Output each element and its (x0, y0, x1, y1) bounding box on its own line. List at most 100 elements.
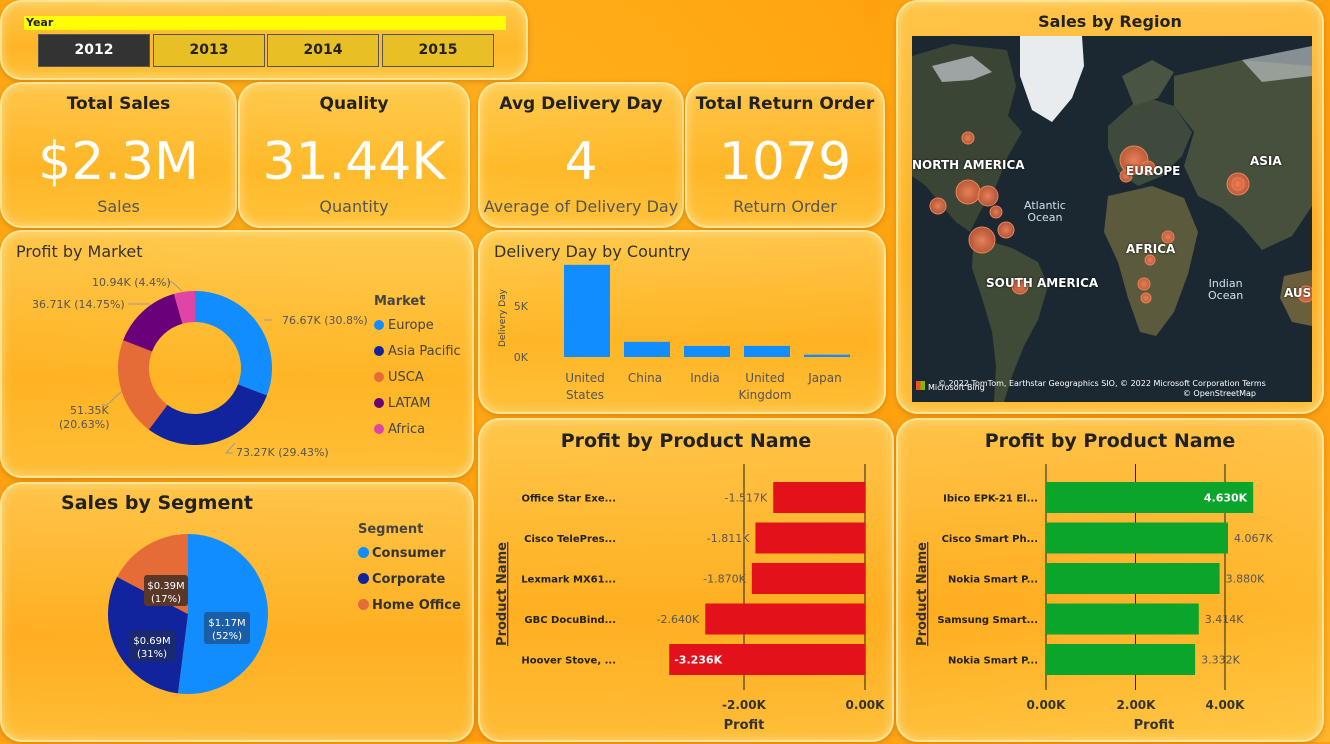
map-ocean-atlantic: Atlantic Ocean (1024, 199, 1066, 224)
map-ocean-indian: Indian Ocean (1208, 277, 1244, 302)
bar[interactable] (755, 522, 865, 554)
svg-text:(31%): (31%) (137, 649, 167, 660)
bubble (961, 131, 975, 145)
label-africa: 10.94K (4.4%) (92, 276, 171, 289)
bar[interactable] (564, 264, 610, 357)
label-europe: 76.67K (30.8%) (282, 314, 368, 327)
bubble (1137, 277, 1151, 291)
legend-item-europe[interactable]: Europe (374, 318, 434, 333)
x-tick-label: 4.00K (1206, 698, 1246, 712)
bar[interactable] (1046, 522, 1228, 554)
kpi-avg-delivery-day: Avg Delivery Day 4 Average of Delivery D… (478, 82, 684, 228)
x-tick-label: States (566, 388, 604, 402)
bubble (1231, 177, 1245, 191)
bubble (955, 179, 981, 205)
bar[interactable] (1046, 644, 1196, 675)
bar[interactable] (705, 603, 865, 635)
y-axis-label: Product Name (915, 542, 930, 646)
bar[interactable] (744, 345, 790, 357)
value-label: 3.414K (1205, 613, 1244, 626)
map-label-africa: AFRICA (1126, 242, 1176, 256)
kpi-value: 1079 (718, 132, 852, 192)
donut-slices (117, 291, 272, 445)
category-label: Cisco Smart Ph... (942, 534, 1038, 545)
delivery-by-country-card: Delivery Day by Country Delivery Day 5K … (478, 230, 886, 414)
category-label: Nokia Smart P... (948, 656, 1038, 667)
sales-by-region-title: Sales by Region (1038, 12, 1182, 31)
legend-label: Asia Pacific (388, 344, 461, 359)
year-button-2012[interactable]: 2012 (38, 34, 150, 67)
map-label-north-america: NORTH AMERICA (912, 158, 1025, 172)
year-button-2015[interactable]: 2015 (382, 34, 494, 67)
legend-label: Africa (388, 422, 426, 437)
slice-europe[interactable] (195, 291, 272, 396)
kpi-value: $2.3M (38, 132, 199, 192)
y-tick-label: 0K (514, 351, 529, 364)
legend-item-usca[interactable]: USCA (374, 370, 424, 385)
value-label: 4.067K (1234, 532, 1273, 545)
label-usca-pct: (20.63%) (59, 418, 110, 431)
legend-item-consumer[interactable]: Consumer (358, 546, 446, 561)
bubble (1144, 254, 1156, 266)
leader-line (102, 390, 123, 406)
kpi-subtitle: Return Order (733, 197, 837, 216)
legend-item-corporate[interactable]: Corporate (358, 572, 445, 587)
map-copyright[interactable]: © 2022 TomTom, Earthstar Geographics SIO… (938, 379, 1300, 388)
svg-text:$1.17M: $1.17M (208, 618, 245, 629)
year-button-2014[interactable]: 2014 (267, 34, 379, 67)
profit-bottom-chart: Product Name Office Star Exe... Cisco Tel… (495, 464, 885, 733)
map-osm[interactable]: © OpenStreetMap (1183, 389, 1256, 398)
segment-label-corporate: $0.69M (31%) (129, 630, 175, 662)
bar[interactable] (624, 341, 670, 357)
category-label: Cisco TelePres... (524, 534, 616, 545)
slice-asia-pacific[interactable] (148, 384, 267, 445)
value-label: 3.332K (1201, 654, 1240, 667)
value-label: 3.880K (1226, 573, 1265, 586)
svg-text:$0.39M: $0.39M (147, 581, 184, 592)
legend-item-africa[interactable]: Africa (374, 422, 425, 437)
bar[interactable] (804, 354, 850, 357)
bubble (989, 205, 1003, 219)
sales-by-segment-card: Sales by Segment $1.17M (52%) $0.69M (31… (0, 482, 474, 742)
legend-dot (374, 372, 384, 382)
legend-label: Europe (388, 318, 434, 333)
legend-item-asia-pacific[interactable]: Asia Pacific (374, 344, 461, 359)
x-tick-label: 2.00K (1117, 698, 1157, 712)
value-label: -2.640K (657, 613, 700, 626)
bar[interactable] (1046, 603, 1199, 635)
bar[interactable] (684, 345, 730, 357)
segment-label-consumer: $1.17M (52%) (204, 612, 250, 644)
bars (669, 482, 865, 675)
legend-dot (358, 573, 369, 584)
delivery-x-labels: United States China India United Kingdom Japan (565, 371, 841, 402)
legend-item-home-office[interactable]: Home Office (358, 598, 461, 613)
bubble (977, 185, 999, 207)
year-button-2013[interactable]: 2013 (153, 34, 265, 67)
bar[interactable] (751, 563, 865, 594)
svg-text:$0.69M: $0.69M (133, 636, 170, 647)
bar[interactable] (1046, 563, 1220, 594)
legend-dot (374, 320, 384, 330)
y-axis-label: Product Name (495, 542, 510, 646)
legend-item-latam[interactable]: LATAM (374, 396, 430, 411)
legend-dot (374, 398, 384, 408)
bar[interactable] (773, 482, 865, 513)
bubble (929, 197, 947, 215)
kpi-title: Quality (319, 94, 389, 114)
category-label: Samsung Smart... (937, 615, 1038, 626)
sales-map[interactable]: NORTH AMERICA EUROPE ASIA AFRICA SOUTH A… (912, 36, 1312, 402)
kpi-subtitle: Sales (97, 197, 140, 216)
delivery-by-country-chart: Delivery Day 5K 0K United States China Indi… (498, 264, 850, 402)
x-tick-label: -2.00K (722, 698, 767, 712)
legend-label: Corporate (372, 572, 446, 587)
slice-latam[interactable] (123, 293, 183, 352)
value-label: -1.870K (703, 573, 746, 586)
x-tick-label: China (628, 371, 662, 385)
bubble (997, 221, 1015, 239)
legend-dot (358, 547, 369, 558)
bars (1046, 482, 1254, 675)
map-label-asia: ASIA (1250, 154, 1282, 168)
category-labels: Ibico EPK-21 El... Cisco Smart Ph... Nokia… (937, 494, 1038, 667)
x-tick-label: Kingdom (738, 388, 791, 402)
x-tick-label: India (690, 371, 719, 385)
